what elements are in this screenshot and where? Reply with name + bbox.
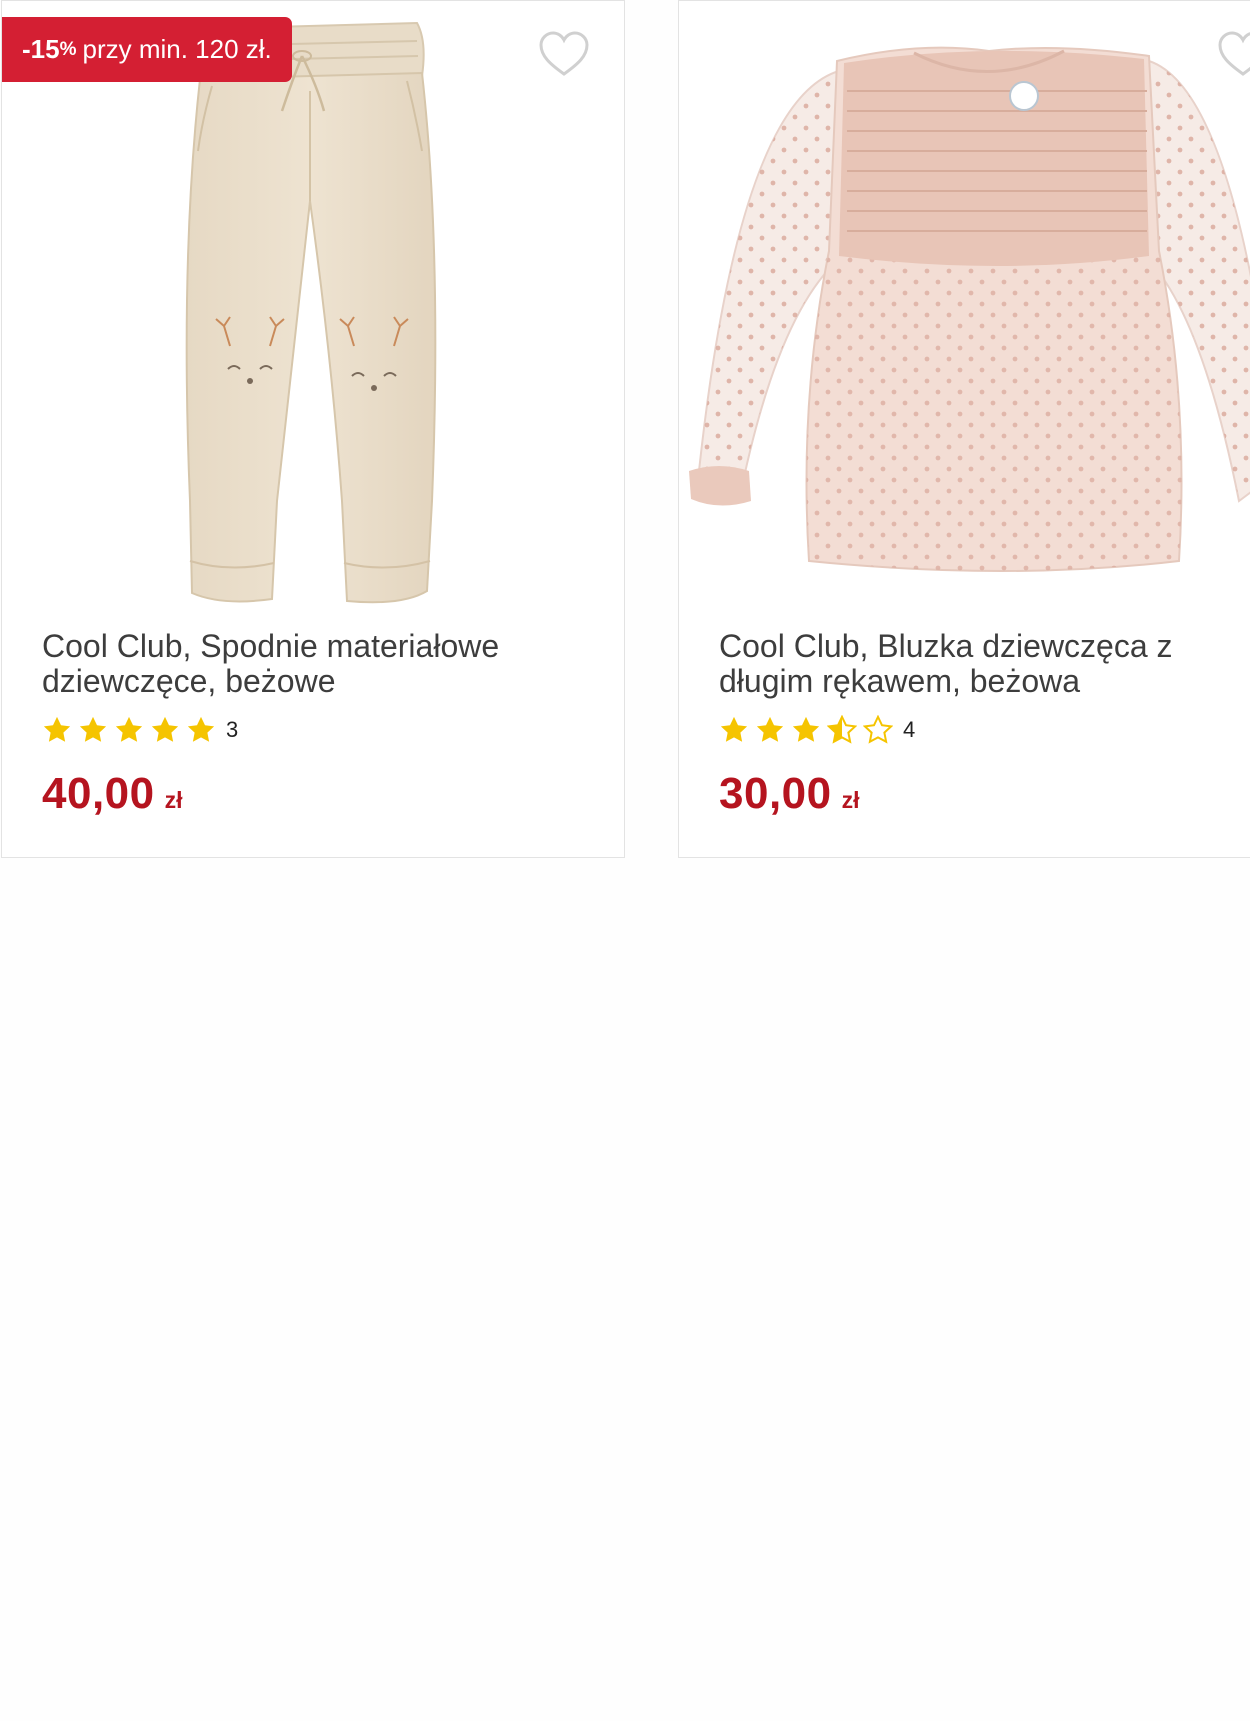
- price-amount: 40,00: [42, 769, 155, 818]
- price: 30,00 zł: [719, 769, 860, 819]
- star-icon: [115, 716, 143, 742]
- product-card[interactable]: -15% przy min. 120 zł. Cool Club, Spodnie…: [1, 0, 625, 858]
- product-grid: -15% przy min. 120 zł. Cool Club, Spodnie…: [0, 0, 1250, 862]
- star-icon: [792, 716, 820, 742]
- star-icon: [151, 716, 179, 742]
- rating: 3: [42, 713, 238, 747]
- promo-percent-sign: %: [59, 38, 77, 60]
- product-title[interactable]: Cool Club, Spodnie materiałowe dziewczęc…: [42, 629, 582, 699]
- beige-pants-image: [185, 21, 437, 604]
- promo-discount: -15: [22, 34, 60, 64]
- pink-blouse-image: [689, 46, 1250, 572]
- review-count: 3: [226, 717, 239, 742]
- price-currency: zł: [164, 787, 183, 813]
- star-icon: [756, 716, 784, 742]
- star-outline-icon: [863, 715, 893, 744]
- star-icon: [720, 716, 748, 742]
- star-half-icon: [827, 715, 857, 744]
- promo-badge: -15% przy min. 120 zł.: [2, 17, 292, 82]
- price: 40,00 zł: [42, 769, 183, 819]
- price-amount: 30,00: [719, 769, 832, 818]
- star-icon: [187, 716, 215, 742]
- promo-text: przy min. 120 zł.: [82, 34, 272, 64]
- price-currency: zł: [841, 787, 860, 813]
- product-card[interactable]: Cool Club, Bluzka dziewczęca z długim rę…: [678, 0, 1250, 858]
- heart-outline-icon[interactable]: [538, 31, 590, 77]
- star-icon: [43, 716, 71, 742]
- rating: 4: [719, 713, 915, 747]
- product-title[interactable]: Cool Club, Bluzka dziewczęca z długim rę…: [719, 629, 1250, 699]
- product-image[interactable]: [679, 1, 1250, 611]
- heart-outline-icon[interactable]: [1217, 31, 1250, 77]
- review-count: 4: [903, 717, 916, 742]
- product-image[interactable]: [2, 1, 624, 611]
- star-icon: [79, 716, 107, 742]
